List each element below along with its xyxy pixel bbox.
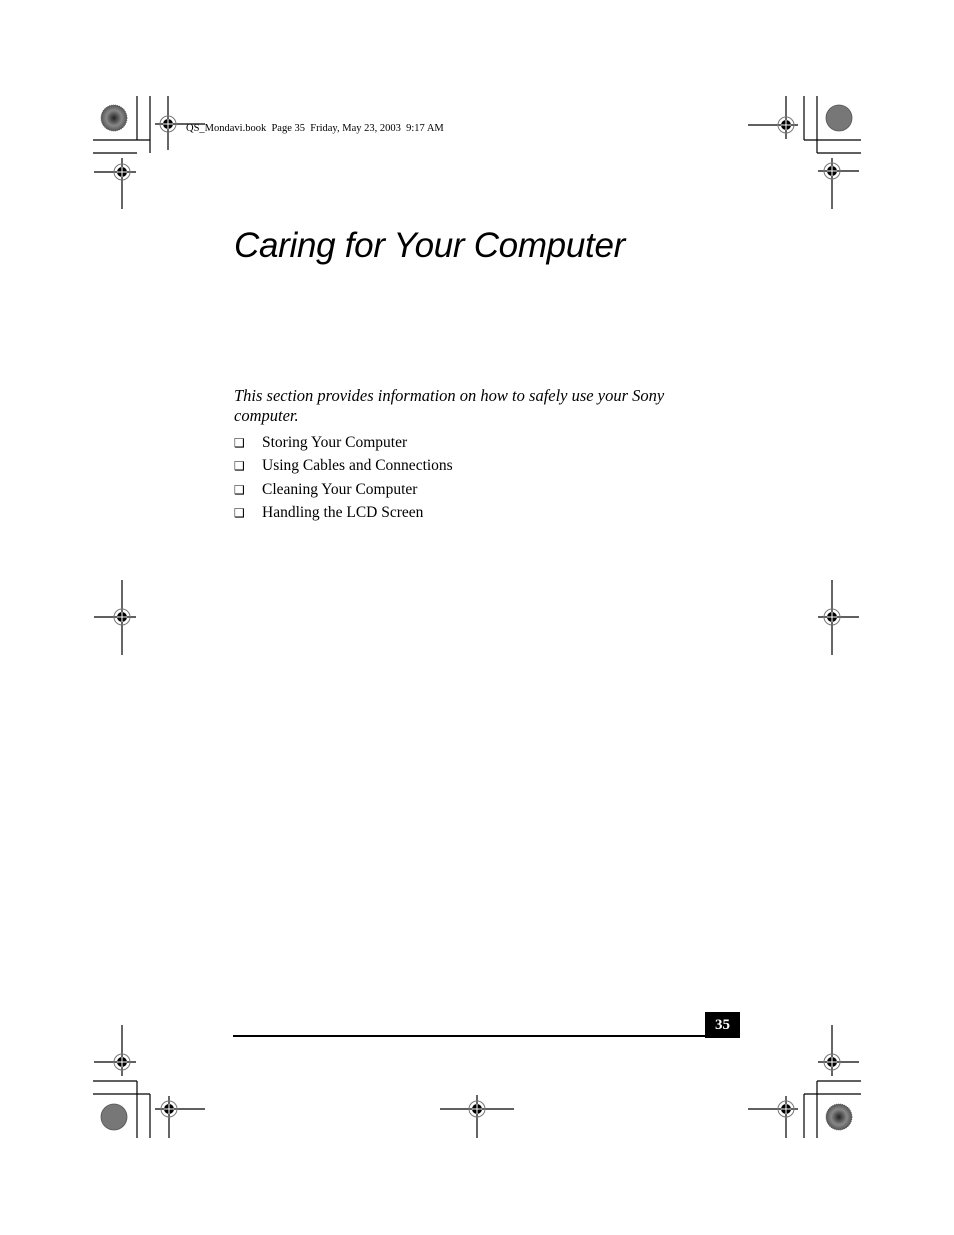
print-marks-layer <box>93 96 861 1138</box>
list-item: ❑ Cleaning Your Computer <box>234 478 453 502</box>
registration-target-icon <box>818 158 859 209</box>
list-item: ❑ Handling the LCD Screen <box>234 502 453 526</box>
checkbox-bullet-icon: ❑ <box>234 482 245 497</box>
footer-rule <box>233 1035 706 1037</box>
list-item: ❑ Using Cables and Connections <box>234 455 453 479</box>
printer-color-dot-icon <box>825 104 853 132</box>
topic-label: Cleaning Your Computer <box>262 480 418 498</box>
registration-target-icon <box>94 580 136 655</box>
printer-color-dot-icon <box>100 1103 128 1131</box>
registration-target-icon <box>94 1025 136 1076</box>
topic-label: Using Cables and Connections <box>262 457 453 475</box>
registration-target-icon <box>818 1025 859 1076</box>
registration-target-icon <box>818 580 859 655</box>
checkbox-bullet-icon: ❑ <box>234 435 245 450</box>
chapter-intro: This section provides information on how… <box>234 386 665 425</box>
print-header-stamp: QS_Mondavi.book Page 35 Friday, May 23, … <box>186 123 444 134</box>
list-item: ❑ Storing Your Computer <box>234 431 453 455</box>
topic-label: Storing Your Computer <box>262 433 408 451</box>
registration-target-icon <box>748 1096 798 1138</box>
registration-target-icon <box>155 1096 205 1138</box>
registration-target-icon <box>94 158 136 209</box>
topic-list: ❑ Storing Your Computer ❑ Using Cables a… <box>234 431 453 525</box>
chapter-title: Caring for Your Computer <box>234 226 625 265</box>
topic-label: Handling the LCD Screen <box>262 504 424 522</box>
printer-color-dot-icon <box>825 1103 853 1131</box>
registration-target-icon <box>440 1095 514 1138</box>
page-number: 35 <box>705 1012 740 1038</box>
checkbox-bullet-icon: ❑ <box>234 459 245 474</box>
registration-target-icon <box>748 96 798 139</box>
checkbox-bullet-icon: ❑ <box>234 506 245 521</box>
printer-color-dot-icon <box>100 104 128 132</box>
